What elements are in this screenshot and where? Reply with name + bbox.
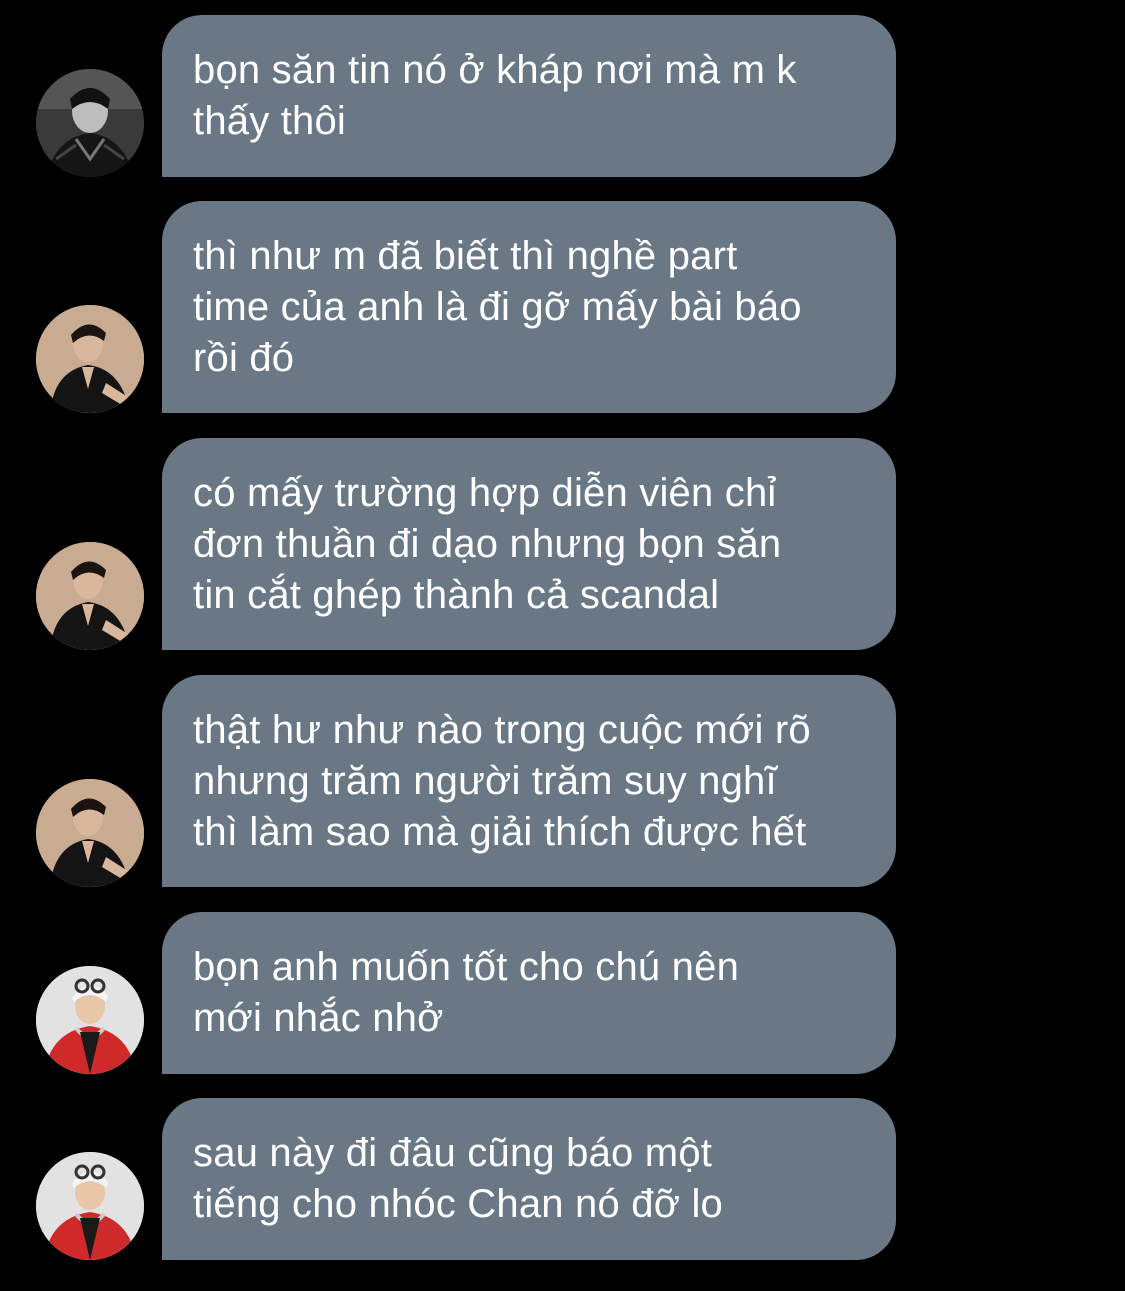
avatar-red-jacket[interactable] bbox=[36, 1152, 144, 1260]
message-bubble[interactable]: thật hư như nào trong cuộc mới rõ nhưng … bbox=[162, 675, 896, 887]
message-bubble[interactable]: bọn anh muốn tốt cho chú nên mới nhắc nh… bbox=[162, 912, 896, 1074]
message-bubble[interactable]: có mấy trường hợp diễn viên chỉ đơn thuầ… bbox=[162, 438, 896, 650]
chat-thread: bọn săn tin nó ở kháp nơi mà m k thấy th… bbox=[0, 0, 1125, 1291]
message-bubble[interactable]: thì như m đã biết thì nghề part time của… bbox=[162, 201, 896, 413]
avatar-black-suit[interactable] bbox=[36, 779, 144, 887]
message-bubble[interactable]: bọn săn tin nó ở kháp nơi mà m k thấy th… bbox=[162, 15, 896, 177]
message-bubble[interactable]: sau này đi đâu cũng báo một tiếng cho nh… bbox=[162, 1098, 896, 1260]
avatar-monochrome-jacket[interactable] bbox=[36, 69, 144, 177]
avatar-red-jacket[interactable] bbox=[36, 966, 144, 1074]
avatar-black-suit[interactable] bbox=[36, 305, 144, 413]
avatar-black-suit[interactable] bbox=[36, 542, 144, 650]
